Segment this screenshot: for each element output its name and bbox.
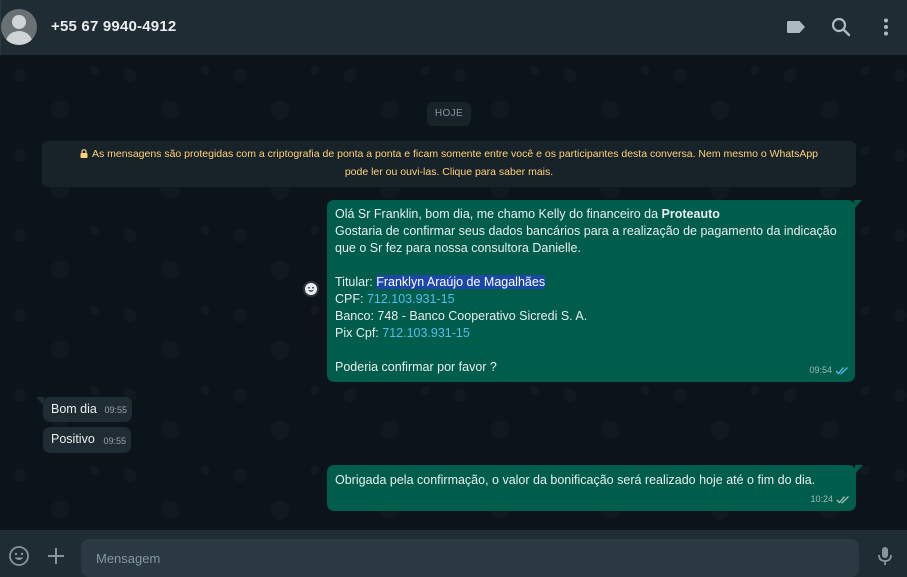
emoji-reaction-icon[interactable] (303, 281, 319, 297)
chat-area[interactable]: HOJE As mensagens são protegidas com a c… (0, 55, 907, 530)
message-closing: Poderia confirmar por favor ? (335, 360, 497, 374)
company-name: Proteauto (661, 207, 720, 221)
encryption-notice-line2: pode ler ou ouvi-las. Clique para saber … (344, 166, 554, 178)
avatar-head-shape (12, 15, 26, 29)
message-line: Gostaria de confirmar seus dados bancári… (335, 224, 837, 238)
message-time: 09:55 (103, 436, 126, 446)
encryption-notice[interactable]: As mensagens são protegidas com a cripto… (42, 141, 856, 187)
message-line: Olá Sr Franklin, bom dia, me chamo Kelly… (335, 206, 847, 223)
message-text: Bom dia (51, 402, 97, 416)
message-time: 09:55 (104, 405, 127, 415)
message-line: que o Sr fez para nossa consultora Danie… (335, 241, 581, 255)
avatar-body-shape (6, 31, 32, 45)
pix-line: Pix Cpf: 712.103.931-15 (335, 325, 847, 342)
message-text: Positivo (51, 432, 95, 446)
search-icon[interactable] (829, 15, 853, 39)
pix-label: Pix Cpf: (335, 326, 383, 340)
message-time: 10:24 (810, 494, 833, 504)
message-time: 09:54 (809, 365, 832, 375)
label-icon[interactable] (784, 15, 808, 39)
incoming-message[interactable]: Bom dia 09:55 (36, 397, 132, 422)
titular-line: Titular: Franklyn Araújo de Magalhães (335, 274, 847, 291)
message-greeting: Olá Sr Franklin, bom dia, me chamo Kelly… (335, 207, 662, 221)
pix-phone-link[interactable]: 712.103.931-15 (382, 326, 470, 340)
outgoing-message[interactable]: Olá Sr Franklin, bom dia, me chamo Kelly… (327, 200, 862, 382)
encryption-notice-text1: As mensagens são protegidas com a cripto… (91, 148, 819, 160)
incoming-message[interactable]: Positivo 09:55 (43, 427, 131, 453)
attach-plus-icon[interactable] (45, 545, 67, 567)
message-input[interactable] (81, 539, 859, 577)
delivered-ticks-icon (836, 495, 850, 504)
composer-bar (0, 530, 907, 577)
emoji-icon[interactable] (8, 545, 30, 567)
encryption-notice-line1: As mensagens são protegidas com a cripto… (52, 145, 846, 163)
chat-header: +55 67 9940-4912 (0, 0, 907, 55)
message-meta: 09:54 (809, 362, 849, 379)
cpf-phone-link[interactable]: 712.103.931-15 (367, 292, 455, 306)
banco-line: Banco: 748 - Banco Cooperativo Sicredi S… (335, 309, 588, 323)
contact-avatar[interactable] (1, 9, 37, 45)
message-text: Obrigada pela confirmação, o valor da bo… (335, 473, 816, 487)
message-meta: 10:24 (810, 491, 850, 508)
cpf-label: CPF: (335, 292, 367, 306)
date-chip: HOJE (427, 102, 471, 126)
lock-icon (80, 146, 88, 158)
titular-label: Titular: (335, 275, 377, 289)
cpf-line: CPF: 712.103.931-15 (335, 291, 847, 308)
menu-icon[interactable] (874, 15, 898, 39)
outgoing-message[interactable]: Obrigada pela confirmação, o valor da bo… (327, 465, 863, 511)
read-ticks-icon (835, 366, 849, 375)
microphone-icon[interactable] (874, 545, 896, 567)
contact-name[interactable]: +55 67 9940-4912 (51, 18, 176, 35)
titular-value: Franklyn Araújo de Magalhães (376, 275, 546, 289)
